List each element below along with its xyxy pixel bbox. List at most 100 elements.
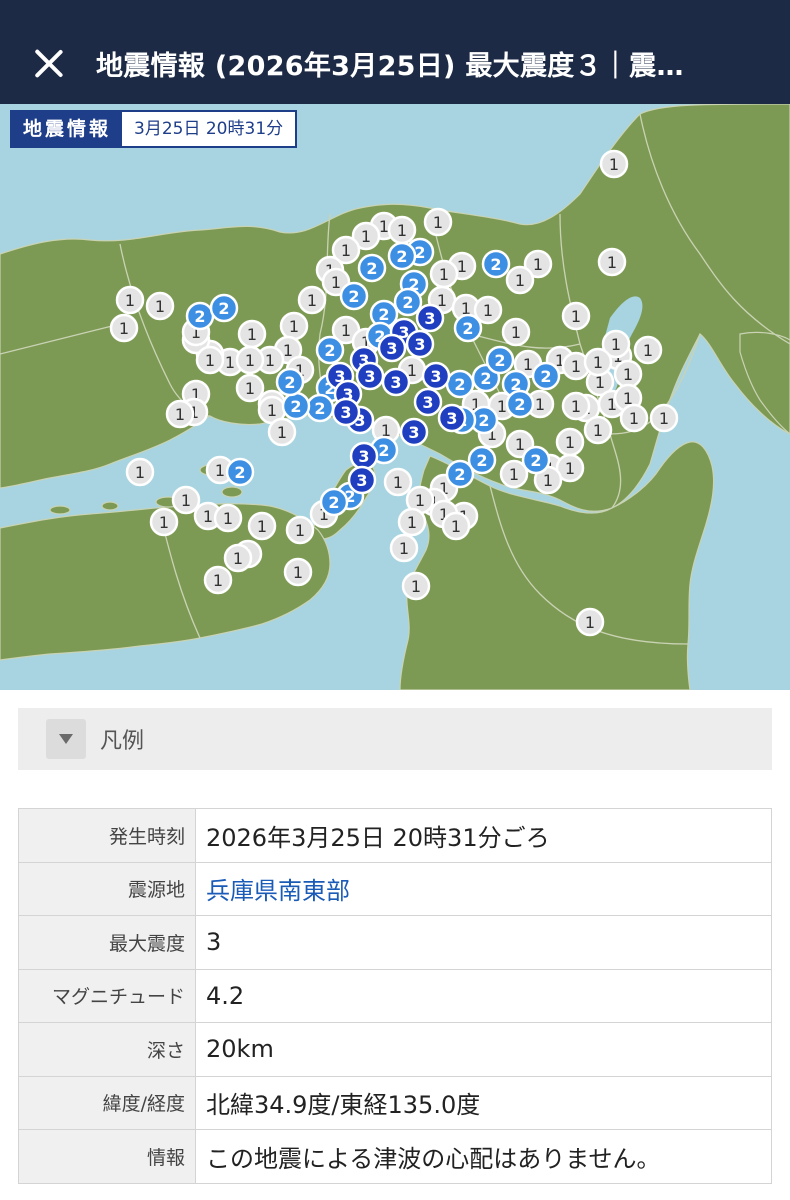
intensity-2-marker: 2 [485, 345, 515, 375]
row-key: 緯度/経度 [18, 1075, 196, 1130]
svg-text:2: 2 [478, 411, 489, 430]
intensity-1-marker: 1 [583, 415, 613, 445]
intensity-2-marker: 2 [339, 281, 369, 311]
intensity-1-marker: 1 [383, 467, 413, 497]
svg-text:1: 1 [497, 397, 507, 416]
svg-text:1: 1 [411, 577, 421, 596]
intensity-2-marker: 2 [225, 457, 255, 487]
svg-text:3: 3 [390, 373, 401, 392]
svg-text:2: 2 [480, 369, 491, 388]
table-row: 深さ 20km [18, 1022, 772, 1077]
svg-text:3: 3 [414, 335, 425, 354]
svg-text:3: 3 [408, 423, 419, 442]
header-bar: 地震情報 (2026年3月25日) 最大震度３｜震… [0, 0, 790, 104]
svg-text:1: 1 [593, 353, 603, 372]
svg-text:2: 2 [234, 463, 245, 482]
svg-text:2: 2 [540, 367, 551, 386]
intensity-1-marker: 1 [237, 319, 267, 349]
intensity-1-marker: 1 [387, 215, 417, 245]
svg-text:1: 1 [223, 509, 233, 528]
intensity-1-marker: 1 [389, 533, 419, 563]
svg-text:3: 3 [356, 471, 367, 490]
row-key: 最大震度 [18, 915, 196, 970]
svg-text:2: 2 [218, 299, 229, 318]
row-value: 4.2 [195, 968, 772, 1023]
svg-text:1: 1 [511, 323, 521, 342]
intensity-1-marker: 1 [423, 207, 453, 237]
intensity-1-marker: 1 [285, 515, 315, 545]
table-row: 発生時刻 2026年3月25日 20時31分ごろ [18, 808, 772, 863]
svg-text:1: 1 [361, 227, 371, 246]
legend-toggle[interactable]: 凡例 [18, 708, 772, 770]
intensity-2-marker: 2 [275, 367, 305, 397]
legend-label: 凡例 [100, 729, 145, 754]
chevron-down-icon [46, 719, 86, 759]
svg-text:2: 2 [494, 351, 505, 370]
svg-text:1: 1 [257, 517, 267, 536]
row-key: 発生時刻 [18, 808, 196, 863]
seismic-intensity-map[interactable]: 1111111111111111111111111111111111111111… [0, 104, 790, 690]
svg-text:3: 3 [358, 447, 369, 466]
map-info-badge: 地震情報 3月25日 20時31分 [10, 110, 298, 148]
intensity-1-marker: 1 [235, 373, 265, 403]
svg-text:1: 1 [277, 423, 287, 442]
row-key: マグニチュード [18, 968, 196, 1023]
svg-text:1: 1 [307, 291, 317, 310]
svg-text:1: 1 [565, 459, 575, 478]
intensity-3-marker: 3 [437, 403, 467, 433]
table-row: 情報 この地震による津波の心配はありません。 [18, 1129, 772, 1184]
table-row: マグニチュード 4.2 [18, 968, 772, 1023]
intensity-3-marker: 3 [413, 387, 443, 417]
svg-text:2: 2 [402, 293, 413, 312]
svg-text:1: 1 [571, 397, 581, 416]
svg-text:2: 2 [348, 287, 359, 306]
intensity-2-marker: 2 [357, 253, 387, 283]
svg-text:2: 2 [530, 451, 541, 470]
svg-text:1: 1 [643, 341, 653, 360]
intensity-1-marker: 1 [115, 285, 145, 315]
svg-text:2: 2 [366, 259, 377, 278]
svg-text:3: 3 [386, 339, 397, 358]
intensity-1-marker: 1 [235, 345, 265, 375]
intensity-1-marker: 1 [429, 259, 459, 289]
intensity-1-marker: 1 [223, 543, 253, 573]
svg-text:2: 2 [454, 465, 465, 484]
intensity-2-marker: 2 [505, 389, 535, 419]
intensity-3-marker: 3 [381, 367, 411, 397]
row-value: 2026年3月25日 20時31分ごろ [195, 808, 772, 863]
svg-text:1: 1 [125, 291, 135, 310]
svg-text:1: 1 [407, 513, 417, 532]
intensity-1-marker: 1 [247, 511, 277, 541]
intensity-1-marker: 1 [441, 511, 471, 541]
svg-text:2: 2 [414, 243, 425, 262]
intensity-2-marker: 2 [315, 335, 345, 365]
epicenter-link[interactable]: 兵庫県南東部 [195, 861, 772, 916]
svg-text:1: 1 [415, 491, 425, 510]
page-title: 地震情報 (2026年3月25日) 最大震度３｜震… [96, 51, 684, 82]
svg-text:2: 2 [454, 375, 465, 394]
svg-text:1: 1 [439, 265, 449, 284]
svg-text:1: 1 [457, 257, 467, 276]
intensity-3-marker: 3 [349, 441, 379, 471]
intensity-1-marker: 1 [109, 313, 139, 343]
svg-text:1: 1 [397, 221, 407, 240]
svg-text:1: 1 [535, 395, 545, 414]
close-icon[interactable] [30, 46, 68, 84]
intensity-2-marker: 2 [521, 445, 551, 475]
intensity-1-marker: 1 [145, 291, 175, 321]
svg-text:1: 1 [155, 297, 165, 316]
svg-text:1: 1 [295, 521, 305, 540]
intensity-2-marker: 2 [281, 391, 311, 421]
intensity-2-marker: 2 [481, 249, 511, 279]
row-value: 3 [195, 915, 772, 970]
svg-text:1: 1 [611, 335, 621, 354]
svg-text:1: 1 [483, 301, 493, 320]
intensity-1-marker: 1 [613, 359, 643, 389]
svg-text:1: 1 [245, 351, 255, 370]
svg-text:1: 1 [181, 491, 191, 510]
svg-text:1: 1 [393, 473, 403, 492]
intensity-1-marker: 1 [279, 311, 309, 341]
svg-text:2: 2 [490, 255, 501, 274]
svg-text:1: 1 [565, 433, 575, 452]
svg-text:2: 2 [396, 247, 407, 266]
